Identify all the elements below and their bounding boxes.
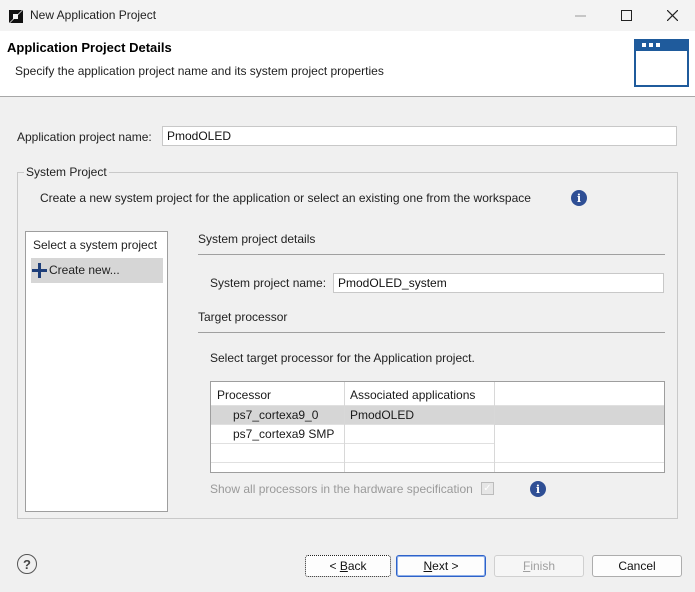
processor-cell[interactable]: ps7_cortexa9 SMP: [211, 425, 344, 444]
wizard-header: Application Project Details Specify the …: [0, 31, 695, 97]
info-icon[interactable]: i: [530, 481, 546, 497]
processor-table[interactable]: Processor Associated applications ps7_co…: [210, 381, 665, 473]
processor-cell: ps7_cortexa9_0: [211, 406, 344, 425]
list-item-create-new[interactable]: Create new...: [31, 258, 163, 283]
show-all-processors-checkbox[interactable]: ✓: [481, 482, 494, 495]
system-project-list-header: Select a system project: [33, 238, 158, 252]
associated-apps-cell: PmodOLED: [344, 406, 494, 425]
back-button[interactable]: < Back: [305, 555, 391, 577]
column-header-processor[interactable]: Processor: [211, 382, 344, 406]
column-divider: [344, 382, 345, 472]
section-divider: [198, 332, 665, 333]
page-title: Application Project Details: [7, 40, 172, 55]
help-icon: ?: [23, 556, 31, 572]
checkmark-icon: ✓: [483, 482, 492, 494]
app-project-name-label: Application project name:: [17, 130, 152, 144]
app-project-name-input[interactable]: [162, 126, 677, 146]
title-bar: New Application Project: [0, 0, 695, 31]
info-icon[interactable]: i: [571, 190, 587, 206]
close-icon: [666, 10, 678, 21]
plus-icon: [32, 263, 47, 278]
system-project-name-label: System project name:: [210, 276, 327, 290]
close-button[interactable]: [649, 0, 695, 31]
empty-row: [211, 444, 664, 463]
list-item-label: Create new...: [49, 263, 120, 277]
system-project-name-input[interactable]: [333, 273, 664, 293]
maximize-icon: [620, 10, 632, 21]
finish-button[interactable]: Finish: [494, 555, 584, 577]
maximize-button[interactable]: [603, 0, 649, 31]
show-all-processors-label: Show all processors in the hardware spec…: [210, 482, 473, 496]
system-project-group-label: System Project: [24, 165, 109, 179]
column-header-associated-applications[interactable]: Associated applications: [344, 382, 494, 406]
next-button[interactable]: Next >: [396, 555, 486, 577]
system-project-details-title: System project details: [198, 232, 316, 246]
cancel-button[interactable]: Cancel: [592, 555, 682, 577]
system-project-description: Create a new system project for the appl…: [40, 191, 531, 205]
section-divider: [198, 254, 665, 255]
target-processor-description: Select target processor for the Applicat…: [210, 351, 475, 365]
column-divider: [494, 382, 495, 472]
system-project-list[interactable]: Select a system project Create new...: [25, 231, 168, 512]
wizard-banner-icon: [634, 39, 689, 87]
column-header-empty: [494, 382, 664, 406]
window-title: New Application Project: [30, 8, 157, 22]
app-logo-icon: [9, 10, 23, 23]
minimize-icon: [574, 15, 586, 17]
associated-apps-cell: [344, 425, 494, 444]
page-subtitle: Specify the application project name and…: [15, 64, 384, 78]
target-processor-title: Target processor: [198, 310, 288, 324]
minimize-button[interactable]: [557, 0, 603, 31]
help-button[interactable]: ?: [17, 554, 37, 574]
